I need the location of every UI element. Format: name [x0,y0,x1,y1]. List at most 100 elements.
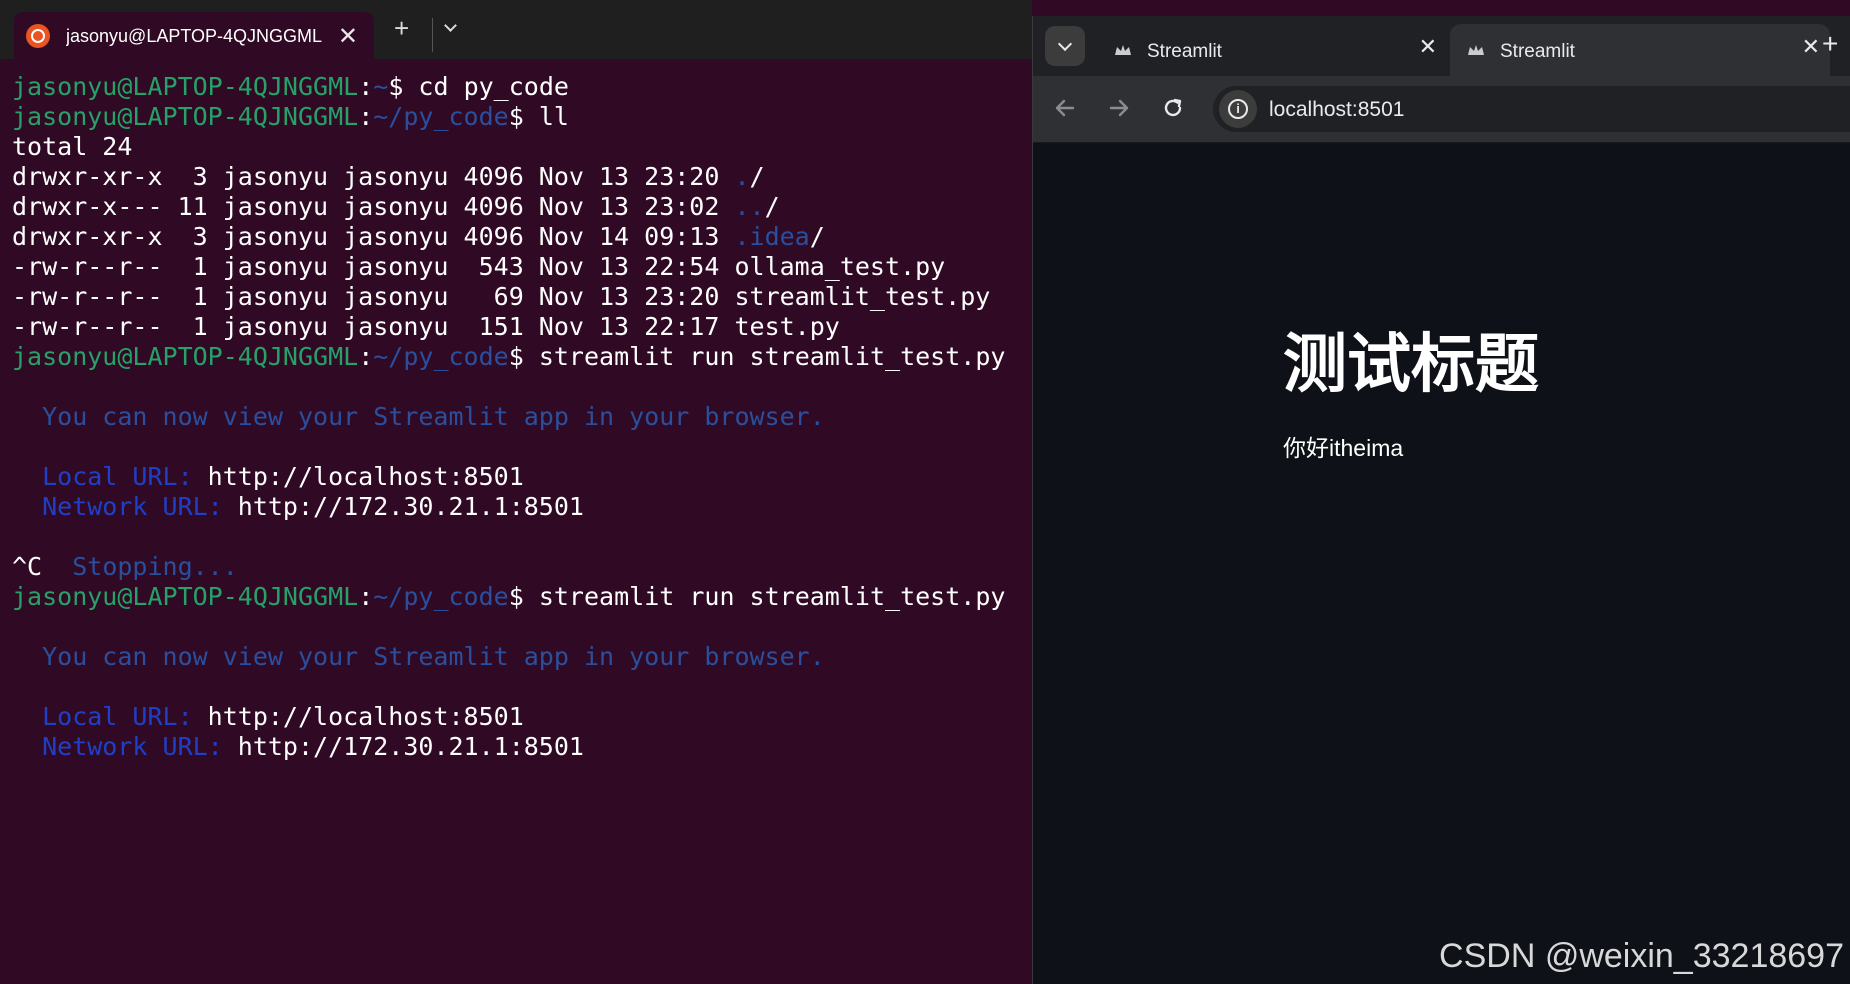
prompt-separator: : [358,342,374,371]
terminal-line: jasonyu@LAPTOP-4QJNGGML:~/py_code$ ll [12,102,1005,132]
terminal-line: jasonyu@LAPTOP-4QJNGGML:~$ cd py_code [12,72,1005,102]
prompt-separator: : [358,582,374,611]
terminal-line: -rw-r--r-- 1 jasonyu jasonyu 543 Nov 13 … [12,252,1005,282]
browser-tab-title: Streamlit [1147,41,1222,62]
streamlit-page: 测试标题 你好itheima [1033,143,1850,984]
prompt-symbol: $ [508,342,524,371]
prompt-user: jasonyu@LAPTOP-4QJNGGML [12,342,359,371]
info-text: Stopping... [72,552,238,581]
command-text: streamlit run streamlit_test.py [523,342,1006,371]
address-bar[interactable]: i [1213,86,1850,132]
arrow-right-icon[interactable] [1103,92,1135,124]
terminal-line: drwxr-xr-x 3 jasonyu jasonyu 4096 Nov 14… [12,222,1005,252]
prompt-path: ~/py_code [373,102,509,131]
terminal-line: jasonyu@LAPTOP-4QJNGGML:~/py_code$ strea… [12,582,1005,612]
arrow-left-icon[interactable] [1049,92,1081,124]
browser-tab[interactable]: Streamlit ✕ [1097,24,1447,76]
directory-name: . [734,162,750,191]
url-input[interactable] [1269,98,1689,122]
output-text: -rw-r--r-- 1 jasonyu jasonyu 151 Nov 13 … [12,312,840,341]
page-text: 你好itheima [1283,435,1404,461]
terminal-window[interactable]: jasonyu@LAPTOP-4QJNGGML ✕ + jasonyu@LAPT… [0,0,1032,984]
browser-toolbar: i [1033,76,1850,143]
command-text: streamlit run streamlit_test.py [523,582,1006,611]
prompt-symbol: $ [388,72,404,101]
browser-tab-title: Streamlit [1500,41,1575,62]
terminal-line: Local URL: http://localhost:8501 [12,702,1005,732]
prompt-symbol: $ [508,582,524,611]
divider [432,18,433,52]
terminal-output[interactable]: jasonyu@LAPTOP-4QJNGGML:~$ cd py_code jas… [12,72,1005,762]
prompt-path: ~/py_code [373,342,509,371]
terminal-line: jasonyu@LAPTOP-4QJNGGML:~/py_code$ strea… [12,342,1005,372]
browser-tab-active[interactable]: Streamlit ✕ [1450,24,1830,76]
reload-icon[interactable] [1157,92,1189,124]
ubuntu-logo-icon [26,24,50,48]
prompt-user: jasonyu@LAPTOP-4QJNGGML [12,582,359,611]
browser-window: Streamlit ✕ Streamlit ✕ + i 测试标题 你好ithei… [1032,16,1850,984]
info-text: You can now view your Streamlit app in y… [12,642,825,671]
chevron-down-icon[interactable] [445,21,455,31]
streamlit-crown-icon [1115,45,1131,55]
plus-icon[interactable]: + [394,15,409,41]
streamlit-crown-icon [1468,45,1484,55]
directory-name: .. [734,192,765,221]
terminal-line: Network URL: http://172.30.21.1:8501 [12,732,1005,762]
directory-suffix: / [749,162,765,191]
terminal-line: total 24 [12,132,1005,162]
prompt-separator: : [358,102,374,131]
prompt-path: ~/py_code [373,582,509,611]
directory-name: .idea [734,222,810,251]
prompt-user: jasonyu@LAPTOP-4QJNGGML [12,102,359,131]
output-text: drwxr-xr-x 3 jasonyu jasonyu 4096 Nov 13… [12,162,735,191]
output-text: drwxr-x--- 11 jasonyu jasonyu 4096 Nov 1… [12,192,735,221]
url-label: Local URL: [12,462,208,491]
page-title: 测试标题 [1283,328,1539,400]
info-icon: i [1228,99,1248,119]
terminal-tab-title: jasonyu@LAPTOP-4QJNGGML [66,26,323,46]
url-label: Network URL: [12,492,238,521]
terminal-line: -rw-r--r-- 1 jasonyu jasonyu 69 Nov 13 2… [12,282,1005,312]
terminal-line: Local URL: http://localhost:8501 [12,462,1005,492]
directory-suffix: / [764,192,780,221]
terminal-tab[interactable]: jasonyu@LAPTOP-4QJNGGML ✕ [14,12,374,59]
terminal-line: ^C Stopping... [12,552,1005,582]
terminal-line: -rw-r--r-- 1 jasonyu jasonyu 151 Nov 13 … [12,312,1005,342]
command-text: cd py_code [403,72,569,101]
browser-tab-strip: Streamlit ✕ Streamlit ✕ + [1033,16,1850,76]
directory-suffix: / [809,222,825,251]
terminal-line: Network URL: http://172.30.21.1:8501 [12,492,1005,522]
prompt-separator: : [358,72,374,101]
terminal-line: You can now view your Streamlit app in y… [12,642,1005,672]
prompt-path: ~ [373,72,389,101]
output-text: -rw-r--r-- 1 jasonyu jasonyu 69 Nov 13 2… [12,282,991,311]
url-label: Local URL: [12,702,208,731]
info-text: You can now view your Streamlit app in y… [12,402,825,431]
watermark: CSDN @weixin_33218697 [1439,937,1844,975]
url-value: http://172.30.21.1:8501 [237,732,584,761]
terminal-line: drwxr-xr-x 3 jasonyu jasonyu 4096 Nov 13… [12,162,1005,192]
close-icon[interactable]: ✕ [1802,34,1820,60]
close-icon[interactable]: ✕ [1419,34,1437,60]
output-text: total 24 [12,132,133,161]
output-text: drwxr-xr-x 3 jasonyu jasonyu 4096 Nov 14… [12,222,735,251]
url-value: http://localhost:8501 [207,702,524,731]
prompt-symbol: $ [508,102,524,131]
output-text: ^C [12,552,73,581]
plus-icon[interactable]: + [1822,28,1838,60]
command-text: ll [523,102,569,131]
url-value: http://localhost:8501 [207,462,524,491]
site-info-button[interactable]: i [1219,90,1257,128]
url-value: http://172.30.21.1:8501 [237,492,584,521]
url-label: Network URL: [12,732,238,761]
prompt-user: jasonyu@LAPTOP-4QJNGGML [12,72,359,101]
terminal-line: You can now view your Streamlit app in y… [12,402,1005,432]
terminal-tab-bar: jasonyu@LAPTOP-4QJNGGML ✕ + [0,0,1032,59]
tab-search-button[interactable] [1045,26,1085,66]
close-icon[interactable]: ✕ [338,22,358,51]
